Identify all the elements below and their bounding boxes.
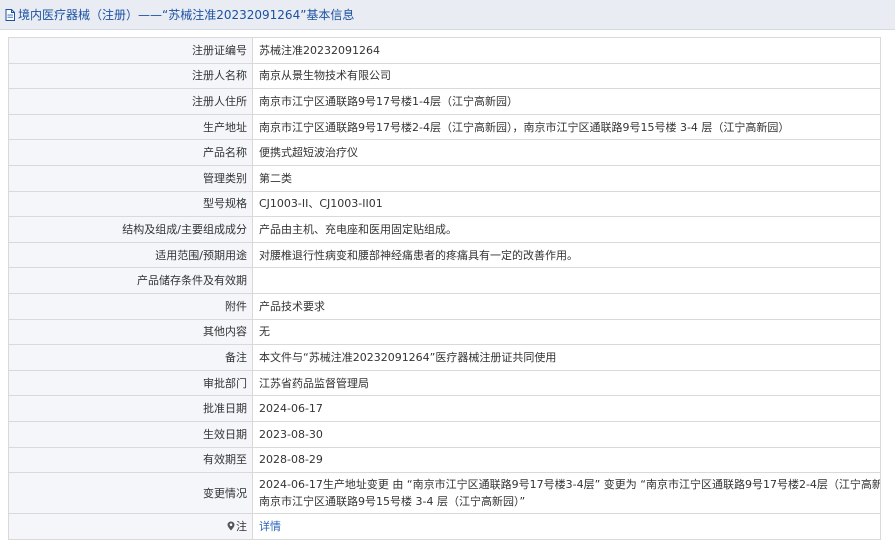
row-label: 产品名称 (8, 139, 253, 166)
row-label: 生产地址 (8, 113, 253, 141)
row-label: 批准日期 (8, 395, 253, 422)
page-header: 境内医疗器械（注册）——“苏械注准20232091264”基本信息 (0, 0, 895, 30)
table-row: 注册人名称 南京从景生物技术有限公司 (8, 62, 881, 90)
row-label: 附件 (8, 292, 253, 320)
row-value: 2024-06-17 (252, 395, 881, 422)
table-row: 备注 本文件与“苏械注准20232091264”医疗器械注册证共同使用 (8, 344, 881, 371)
table-row: 产品储存条件及有效期 (8, 267, 881, 294)
row-value: 2023-08-30 (252, 420, 881, 448)
row-label: 管理类别 (8, 164, 253, 192)
table-row: 注册人住所 南京市江宁区通联路9号17号楼1-4层（江宁高新园） (8, 88, 881, 115)
row-label: 注册证编号 (8, 37, 253, 64)
row-label: 注册人住所 (8, 88, 253, 115)
row-label: 注册人名称 (8, 62, 253, 90)
row-value: 苏械注准20232091264 (252, 37, 881, 64)
row-label: 有效期至 (8, 446, 253, 474)
row-label: 结构及组成/主要组成成分 (8, 216, 253, 243)
table-row-note: 注详情 (8, 513, 881, 540)
change-history-value: 2024-06-17生产地址变更 由 “南京市江宁区通联路9号17号楼3-4层”… (252, 472, 881, 515)
row-label: 变更情况 (8, 472, 253, 515)
table-row: 产品名称 便携式超短波治疗仪 (8, 139, 881, 166)
row-value: 南京市江宁区通联路9号17号楼1-4层（江宁高新园） (252, 88, 881, 115)
row-value: CJ1003-II、CJ1003-II01 (252, 190, 881, 218)
note-value: 详情 (252, 513, 881, 540)
row-label: 适用范围/预期用途 (8, 241, 253, 269)
row-value: 产品技术要求 (252, 292, 881, 320)
table-row: 审批部门 江苏省药品监督管理局 (8, 369, 881, 397)
row-value: 第二类 (252, 164, 881, 192)
row-value: 便携式超短波治疗仪 (252, 139, 881, 166)
row-label: 生效日期 (8, 420, 253, 448)
row-value: 南京从景生物技术有限公司 (252, 62, 881, 90)
table-row: 生产地址 南京市江宁区通联路9号17号楼2-4层（江宁高新园），南京市江宁区通联路… (8, 113, 881, 141)
row-label: 其他内容 (8, 318, 253, 346)
row-value: 南京市江宁区通联路9号17号楼2-4层（江宁高新园），南京市江宁区通联路9号15… (252, 113, 881, 141)
table-row: 附件 产品技术要求 (8, 292, 881, 320)
note-label-cell: 注 (8, 513, 253, 540)
table-row: 适用范围/预期用途 对腰椎退行性病变和腰部神经痛患者的疼痛具有一定的改善作用。 (8, 241, 881, 269)
table-row: 注册证编号 苏械注准20232091264 (8, 37, 881, 64)
row-value: 2028-08-29 (252, 446, 881, 474)
row-value: 无 (252, 318, 881, 346)
table-row-change: 变更情况 2024-06-17生产地址变更 由 “南京市江宁区通联路9号17号楼3… (8, 472, 881, 515)
page-title: 境内医疗器械（注册）——“苏械注准20232091264”基本信息 (18, 8, 355, 22)
change-line-1: 2024-06-17生产地址变更 由 “南京市江宁区通联路9号17号楼3-4层”… (259, 478, 881, 492)
details-link[interactable]: 详情 (259, 520, 281, 533)
table-row: 管理类别 第二类 (8, 164, 881, 192)
table-row: 其他内容无 (8, 318, 881, 346)
table-row: 结构及组成/主要组成成分 产品由主机、充电座和医用固定贴组成。 (8, 216, 881, 243)
table-row: 有效期至 2028-08-29 (8, 446, 881, 474)
pin-icon (227, 519, 235, 531)
table-row: 生效日期 2023-08-30 (8, 420, 881, 448)
row-label: 审批部门 (8, 369, 253, 397)
row-label: 产品储存条件及有效期 (8, 267, 253, 294)
info-table-container: 注册证编号 苏械注准20232091264 注册人名称 南京从景生物技术有限公司 注册人… (8, 37, 881, 540)
row-value: 本文件与“苏械注准20232091264”医疗器械注册证共同使用 (252, 344, 881, 371)
row-value: 对腰椎退行性病变和腰部神经痛患者的疼痛具有一定的改善作用。 (252, 241, 881, 269)
info-table: 注册证编号 苏械注准20232091264 注册人名称 南京从景生物技术有限公司 注册人… (8, 37, 881, 540)
table-row: 型号规格 CJ1003-II、CJ1003-II01 (8, 190, 881, 218)
row-label: 型号规格 (8, 190, 253, 218)
row-label: 备注 (8, 344, 253, 371)
note-label: 注 (236, 519, 247, 533)
row-value: 产品由主机、充电座和医用固定贴组成。 (252, 216, 881, 243)
row-value: 江苏省药品监督管理局 (252, 369, 881, 397)
change-line-2: 南京市江宁区通联路9号15号楼 3-4 层（江宁高新园）” (259, 495, 526, 509)
row-value (252, 267, 881, 294)
table-row: 批准日期 2024-06-17 (8, 395, 881, 422)
document-icon (5, 8, 15, 21)
